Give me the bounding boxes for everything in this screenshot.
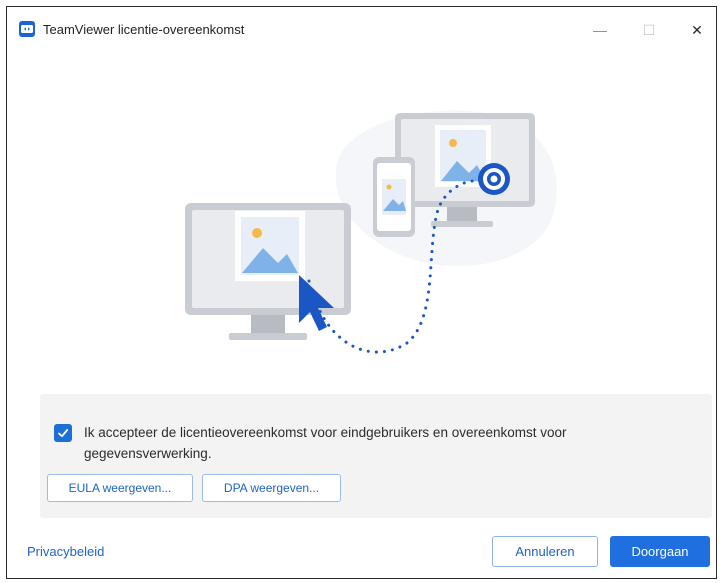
view-dpa-button[interactable]: DPA weergeven... bbox=[202, 474, 341, 502]
maximize-icon: ☐ bbox=[642, 21, 656, 38]
privacy-policy-link[interactable]: Privacybeleid bbox=[27, 544, 104, 559]
maximize-button[interactable]: ☐ bbox=[631, 15, 667, 45]
remote-connection-illustration bbox=[185, 110, 557, 354]
close-icon: ✕ bbox=[691, 21, 703, 38]
window-title: TeamViewer licentie-overeenkomst bbox=[43, 22, 245, 37]
view-eula-button[interactable]: EULA weergeven... bbox=[47, 474, 193, 502]
target-icon bbox=[478, 163, 510, 195]
monitor-icon bbox=[185, 203, 351, 340]
agreement-panel: Ik accepteer de licentieovereenkomst voo… bbox=[40, 394, 712, 518]
minimize-button[interactable]: — bbox=[582, 15, 618, 45]
title-bar: TeamViewer licentie-overeenkomst — ☐ ✕ bbox=[7, 7, 716, 53]
image-icon bbox=[235, 211, 305, 281]
cancel-button[interactable]: Annuleren bbox=[492, 536, 598, 567]
continue-button[interactable]: Doorgaan bbox=[610, 536, 710, 567]
smartphone-icon bbox=[373, 157, 415, 237]
close-button[interactable]: ✕ bbox=[679, 15, 715, 45]
minimize-icon: — bbox=[593, 22, 607, 38]
checkmark-icon bbox=[58, 429, 69, 438]
teamviewer-icon bbox=[19, 21, 35, 37]
license-dialog: TeamViewer licentie-overeenkomst — ☐ ✕ I… bbox=[6, 6, 717, 579]
accept-label[interactable]: Ik accepteer de licentieovereenkomst voo… bbox=[84, 422, 696, 464]
accept-checkbox[interactable] bbox=[54, 424, 72, 442]
